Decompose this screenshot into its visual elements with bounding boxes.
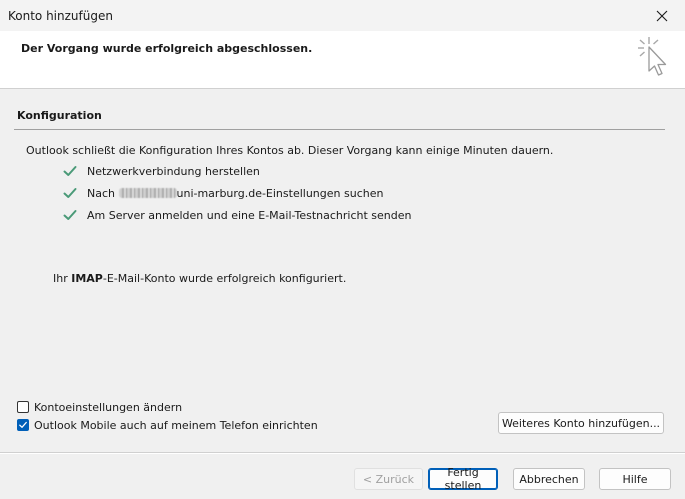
checkbox-label: Outlook Mobile auch auf meinem Telefon e…: [34, 418, 318, 432]
step-search-settings: Nach uni-marburg.de-Einstellungen suchen: [62, 185, 383, 201]
result-prefix: Ihr: [53, 272, 72, 285]
redacted-text: [118, 187, 177, 198]
result-message: Ihr IMAP-E-Mail-Konto wurde erfolgreich …: [53, 272, 346, 285]
step-label-suffix: uni-marburg.de-Einstellungen suchen: [176, 186, 384, 200]
cancel-button[interactable]: Abbrechen: [513, 468, 585, 490]
checkmark-icon: [63, 210, 77, 220]
finish-button[interactable]: Fertig stellen: [428, 466, 498, 492]
checkmark-icon: [63, 166, 77, 176]
section-title: Konfiguration: [17, 109, 102, 122]
close-icon: [656, 10, 668, 21]
step-network: Netzwerkverbindung herstellen: [62, 163, 260, 179]
footer-divider-highlight: [0, 453, 685, 454]
wizard-cursor-sparkle-icon: [638, 37, 667, 76]
step-label: Netzwerkverbindung herstellen: [87, 164, 260, 178]
wizard-header: Der Vorgang wurde erfolgreich abgeschlos…: [0, 31, 685, 89]
step-label: Nach uni-marburg.de-Einstellungen suchen: [87, 187, 383, 200]
section-divider: [14, 129, 665, 130]
checkmark-icon: [63, 188, 77, 198]
result-suffix: -E-Mail-Konto wurde erfolgreich konfigur…: [102, 272, 347, 285]
step-server-login: Am Server anmelden und eine E-Mail-Testn…: [62, 207, 411, 223]
step-label: Am Server anmelden und eine E-Mail-Testn…: [87, 208, 412, 222]
step-label-prefix: Nach: [87, 186, 119, 200]
checkbox-box[interactable]: [17, 401, 29, 413]
header-message: Der Vorgang wurde erfolgreich abgeschlos…: [21, 42, 313, 55]
close-button[interactable]: [639, 0, 685, 31]
help-button[interactable]: Hilfe: [599, 468, 671, 490]
add-another-account-button[interactable]: Weiteres Konto hinzufügen...: [498, 412, 664, 434]
intro-text: Outlook schließt die Konfiguration Ihres…: [26, 144, 554, 157]
checkmark-icon: [19, 421, 27, 428]
checkbox-box[interactable]: [17, 419, 29, 431]
back-button[interactable]: < Zurück: [354, 468, 423, 490]
change-settings-checkbox[interactable]: Kontoeinstellungen ändern: [17, 400, 182, 414]
outlook-mobile-checkbox[interactable]: Outlook Mobile auch auf meinem Telefon e…: [17, 418, 318, 432]
window-title: Konto hinzufügen: [8, 9, 113, 23]
result-account-type: IMAP: [71, 272, 103, 285]
checkbox-label: Kontoeinstellungen ändern: [34, 400, 183, 414]
title-bar: Konto hinzufügen: [0, 0, 685, 31]
